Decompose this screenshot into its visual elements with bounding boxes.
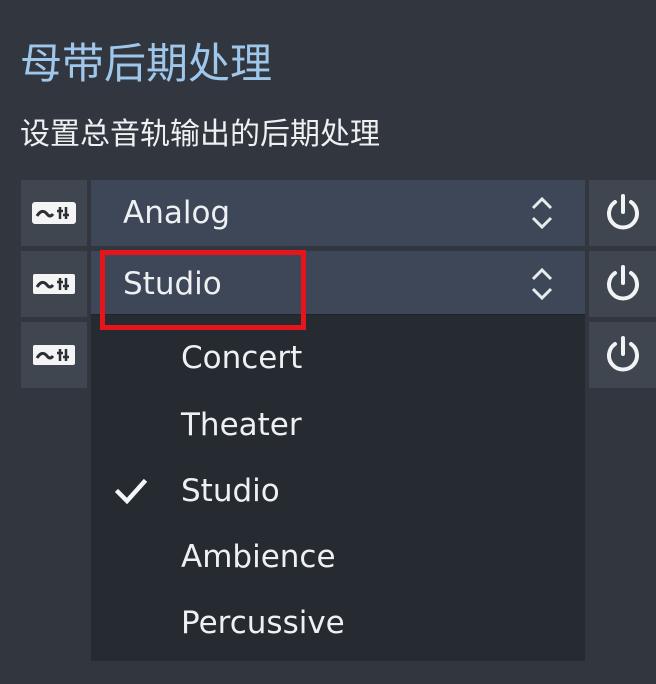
preset-select-value: Studio — [123, 266, 222, 302]
dropdown-option-concert[interactable]: Concert — [91, 325, 585, 391]
power-button-3[interactable] — [589, 322, 656, 388]
preset-select-value: Analog — [123, 195, 231, 231]
effect-row-2: Studio — [0, 251, 656, 317]
dropdown-option-label: Concert — [181, 340, 303, 376]
power-icon — [606, 336, 639, 372]
dropdown-option-label: Studio — [181, 473, 280, 509]
dropdown-option-studio[interactable]: Studio — [91, 458, 585, 524]
dropdown-option-percussive[interactable]: Percussive — [91, 590, 585, 656]
dropdown-option-label: Percussive — [181, 605, 345, 641]
power-icon — [606, 265, 639, 301]
dropdown-option-ambience[interactable]: Ambience — [91, 524, 585, 590]
preset-select-2[interactable]: Studio — [91, 251, 585, 317]
chevron-up-down-icon — [531, 196, 553, 230]
chevron-up-down-icon — [531, 267, 553, 301]
equalizer-settings-icon[interactable] — [21, 180, 87, 246]
preset-select-1[interactable]: Analog — [91, 180, 585, 246]
dropdown-option-theater[interactable]: Theater — [91, 392, 585, 458]
power-button-2[interactable] — [589, 251, 656, 317]
equalizer-settings-icon[interactable] — [21, 322, 87, 388]
equalizer-settings-icon[interactable] — [21, 251, 87, 317]
power-icon — [606, 194, 639, 230]
checkmark-icon — [115, 478, 147, 505]
dropdown-option-label: Theater — [181, 407, 302, 443]
effect-row-1: Analog — [0, 180, 656, 246]
page-title: 母带后期处理 — [20, 39, 273, 88]
preset-dropdown-list: Concert Theater Studio Ambience Percussi… — [91, 314, 585, 661]
page-subtitle: 设置总音轨输出的后期处理 — [20, 117, 380, 152]
power-button-1[interactable] — [589, 180, 656, 246]
dropdown-option-label: Ambience — [181, 539, 336, 575]
